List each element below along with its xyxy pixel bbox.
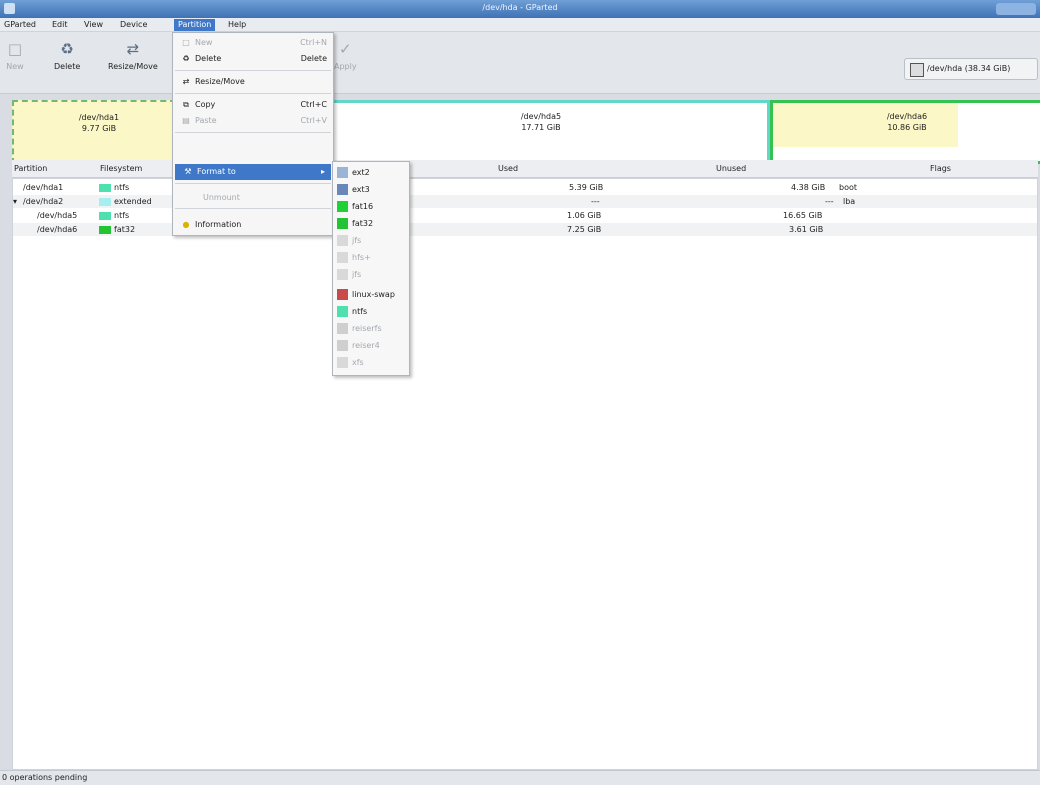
format-option-jfs[interactable]: jfs bbox=[337, 234, 361, 248]
menu-separator bbox=[175, 93, 331, 94]
fs-color-swatch bbox=[337, 323, 348, 334]
menu-separator bbox=[175, 208, 331, 209]
format-option-ext2[interactable]: ext2 bbox=[337, 166, 370, 180]
format-option-xfs[interactable]: xfs bbox=[337, 356, 364, 370]
fs-color-swatch bbox=[99, 225, 111, 234]
delete-icon: ♻ bbox=[60, 40, 74, 58]
format-option-ntfs[interactable]: ntfs bbox=[337, 305, 367, 319]
menu-gparted[interactable]: GParted bbox=[4, 20, 36, 29]
format-option-reiserfs[interactable]: reiserfs bbox=[337, 322, 382, 336]
submenu-arrow-icon: ▸ bbox=[320, 167, 325, 176]
status-bar: 0 operations pending bbox=[0, 770, 1040, 785]
new-button[interactable]: □ New bbox=[6, 40, 24, 71]
format-option-jfs-2[interactable]: jfs bbox=[337, 268, 361, 282]
fs-color-swatch bbox=[337, 218, 348, 229]
col-filesystem[interactable]: Filesystem bbox=[100, 164, 142, 173]
fs-color-swatch bbox=[337, 357, 348, 368]
fs-color-swatch bbox=[337, 252, 348, 263]
fs-color-swatch bbox=[337, 235, 348, 246]
format-option-fat32[interactable]: fat32 bbox=[337, 217, 373, 231]
partition-menu: □ New Ctrl+N ♻ Delete Delete ⇄ Resize/Mo… bbox=[172, 32, 334, 236]
info-bulb-icon: ● bbox=[182, 220, 190, 229]
delete-button[interactable]: ♻ Delete bbox=[54, 40, 80, 71]
map-partition-hda6[interactable]: /dev/hda6 10.86 GiB bbox=[770, 100, 1040, 164]
format-option-linux-swap[interactable]: linux-swap bbox=[337, 288, 395, 302]
menu-view[interactable]: View bbox=[84, 20, 103, 29]
col-used[interactable]: Used bbox=[498, 164, 518, 173]
resize-icon: ⇄ bbox=[182, 77, 190, 86]
menu-item-new[interactable]: □ New Ctrl+N bbox=[173, 35, 333, 51]
apply-icon: ✓ bbox=[339, 40, 352, 58]
fs-color-swatch bbox=[337, 184, 348, 195]
fs-color-swatch bbox=[337, 340, 348, 351]
col-flags[interactable]: Flags bbox=[930, 164, 951, 173]
resize-move-button[interactable]: ⇄ Resize/Move bbox=[108, 40, 158, 71]
status-text: 0 operations pending bbox=[2, 773, 88, 782]
format-option-reiser4[interactable]: reiser4 bbox=[337, 339, 380, 353]
harddisk-icon bbox=[910, 63, 924, 77]
new-icon: □ bbox=[182, 38, 190, 47]
menu-item-paste[interactable]: ▤ Paste Ctrl+V bbox=[173, 113, 333, 129]
menu-item-copy[interactable]: ⧉ Copy Ctrl+C bbox=[173, 97, 333, 113]
format-option-ext3[interactable]: ext3 bbox=[337, 183, 370, 197]
table-row[interactable]: ▾ /dev/hda2 extended --- --- lba bbox=[13, 195, 1037, 208]
expander-arrow-icon[interactable]: ▾ bbox=[13, 197, 17, 206]
menu-item-information[interactable]: ● Information bbox=[173, 217, 333, 233]
menu-item-resize-move[interactable]: ⇄ Resize/Move bbox=[173, 74, 333, 90]
menu-separator bbox=[175, 132, 331, 133]
device-selector[interactable]: /dev/hda (38.34 GiB) bbox=[904, 58, 1038, 80]
fs-color-swatch bbox=[337, 289, 348, 300]
title-bar: /dev/hda - GParted bbox=[0, 0, 1040, 18]
table-header: Partition Filesystem Used Unused Flags bbox=[12, 160, 1038, 178]
menu-item-format-to[interactable]: ⚒ Format to ▸ bbox=[175, 164, 331, 180]
menu-separator bbox=[175, 183, 331, 184]
menu-item-unmount[interactable]: Unmount bbox=[173, 190, 333, 206]
window-title: /dev/hda - GParted bbox=[482, 3, 558, 12]
col-partition[interactable]: Partition bbox=[14, 164, 47, 173]
toolbar: □ New ♻ Delete ⇄ Resize/Move ✓ Apply bbox=[0, 32, 1040, 94]
device-label: /dev/hda (38.34 GiB) bbox=[927, 64, 1011, 73]
format-submenu: ext2 ext3 fat16 fat32 jfs hfs+ jfs linux… bbox=[332, 161, 410, 376]
table-row[interactable]: /dev/hda1 ntfs 5.39 GiB 4.38 GiB boot bbox=[13, 181, 1037, 194]
format-option-fat16[interactable]: fat16 bbox=[337, 200, 373, 214]
fs-color-swatch bbox=[337, 167, 348, 178]
window-controls[interactable] bbox=[996, 3, 1036, 15]
apply-button[interactable]: ✓ Apply bbox=[334, 40, 357, 71]
map-partition-hda5[interactable]: /dev/hda5 17.71 GiB bbox=[312, 100, 770, 164]
table-row[interactable]: /dev/hda6 fat32 7.25 GiB 3.61 GiB bbox=[13, 223, 1037, 236]
fs-color-swatch bbox=[337, 201, 348, 212]
format-icon: ⚒ bbox=[184, 167, 192, 176]
new-partition-icon: □ bbox=[7, 40, 23, 58]
format-option-hfs-plus[interactable]: hfs+ bbox=[337, 251, 371, 265]
fs-color-swatch bbox=[99, 211, 111, 220]
col-unused[interactable]: Unused bbox=[716, 164, 746, 173]
fs-color-swatch bbox=[99, 197, 111, 206]
fs-color-swatch bbox=[337, 306, 348, 317]
menu-device[interactable]: Device bbox=[120, 20, 147, 29]
copy-icon: ⧉ bbox=[183, 100, 189, 109]
menu-help[interactable]: Help bbox=[228, 20, 246, 29]
fs-color-swatch bbox=[99, 183, 111, 192]
map-partition-hda1[interactable]: /dev/hda1 9.77 GiB bbox=[12, 100, 186, 164]
menu-bar: GParted Edit View Device Partition Help bbox=[0, 18, 1040, 32]
menu-edit[interactable]: Edit bbox=[52, 20, 68, 29]
partition-map: /dev/hda1 9.77 GiB /dev/hda5 17.71 GiB /… bbox=[12, 100, 1040, 164]
paste-icon: ▤ bbox=[182, 116, 190, 125]
menu-item-delete[interactable]: ♻ Delete Delete bbox=[173, 51, 333, 67]
delete-icon: ♻ bbox=[182, 54, 190, 63]
menu-partition[interactable]: Partition bbox=[174, 19, 216, 31]
partition-table: /dev/hda1 ntfs 5.39 GiB 4.38 GiB boot ▾ … bbox=[12, 178, 1038, 770]
fs-color-swatch bbox=[337, 269, 348, 280]
resize-icon: ⇄ bbox=[126, 40, 140, 58]
menu-separator bbox=[175, 70, 331, 71]
table-row[interactable]: /dev/hda5 ntfs 1.06 GiB 16.65 GiB bbox=[13, 209, 1037, 222]
